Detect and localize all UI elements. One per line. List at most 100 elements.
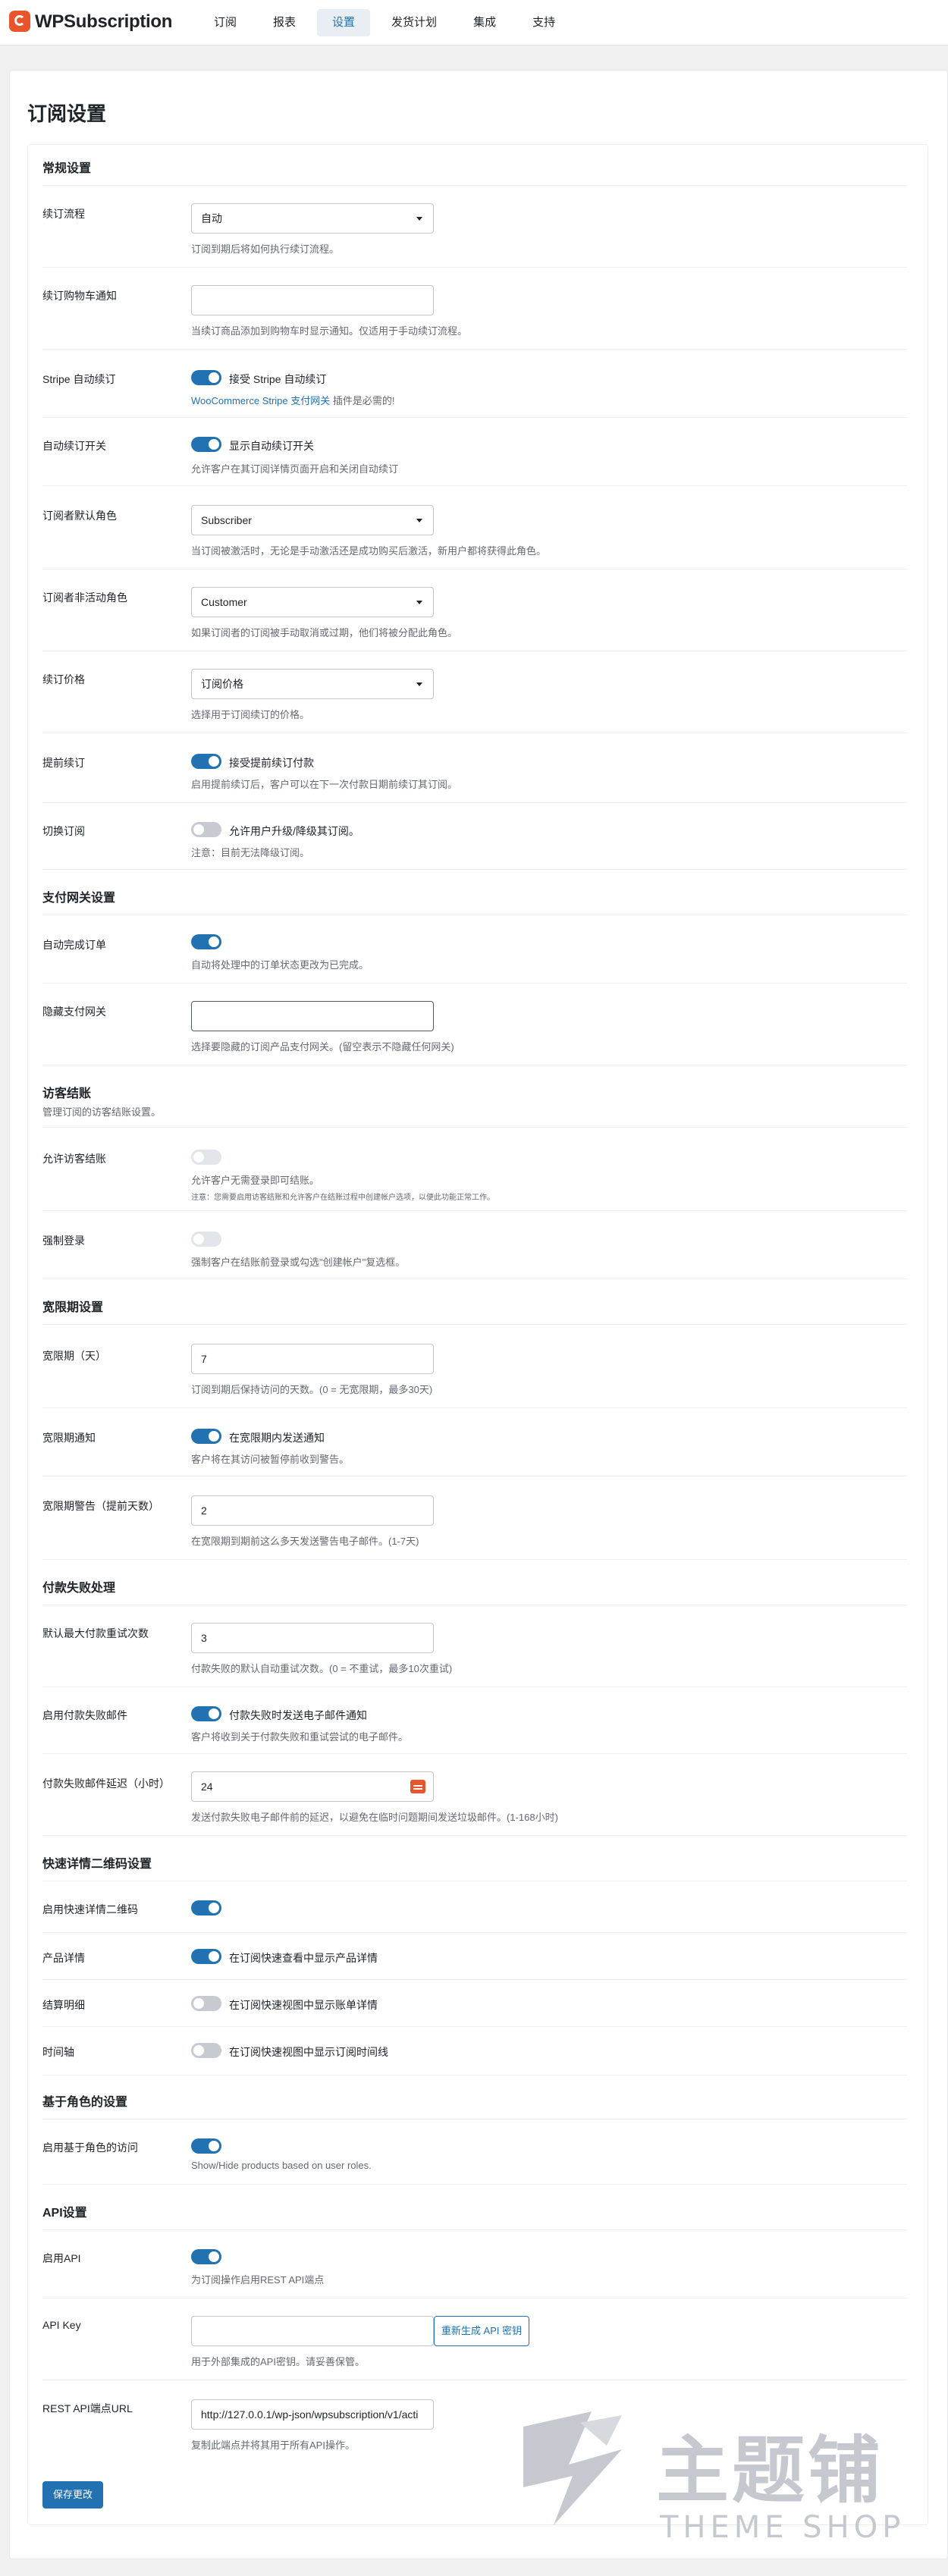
watermark-en-text: THEME SHOP xyxy=(660,2510,906,2545)
divider xyxy=(42,485,907,486)
grace-days-hint: 订阅到期后保持访问的天数。(0 = 无宽限期，最多30天) xyxy=(191,1384,433,1395)
failure-email-hint: 客户将收到关于付款失败和重试尝试的电子邮件。 xyxy=(191,1731,409,1743)
top-bar: WPSubscription 订阅 报表 设置 发货计划 集成 支持 xyxy=(0,0,948,45)
grace-warning-label: 宽限期警告（提前天数） xyxy=(42,1500,159,1512)
section-general-title: 常规设置 xyxy=(42,162,92,175)
api-key-input[interactable] xyxy=(191,2316,434,2346)
settings-panel xyxy=(27,144,928,2525)
tab-shipping-plan[interactable]: 发货计划 xyxy=(376,9,452,36)
main-nav: 订阅 报表 设置 发货计划 集成 支持 xyxy=(199,9,570,36)
grace-warning-input[interactable]: 2 xyxy=(191,1495,434,1526)
divider xyxy=(42,1835,907,1836)
early-renewal-toggle[interactable] xyxy=(191,754,221,769)
max-retries-hint: 付款失败的默认自动重试次数。(0 = 不重试，最多10次重试) xyxy=(191,1663,453,1674)
tab-reports[interactable]: 报表 xyxy=(258,9,311,36)
failure-email-toggle[interactable] xyxy=(191,1706,221,1721)
qr-enable-toggle[interactable] xyxy=(191,1900,221,1916)
stripe-auto-toggle[interactable] xyxy=(191,370,221,385)
section-failure-title: 付款失败处理 xyxy=(42,1582,116,1595)
divider xyxy=(42,2184,907,2185)
renewal-cart-notice-input[interactable] xyxy=(191,285,434,315)
auto-renew-toggle[interactable] xyxy=(191,437,221,452)
section-api-title: API设置 xyxy=(42,2207,87,2220)
save-button[interactable]: 保存更改 xyxy=(42,2481,103,2509)
divider xyxy=(42,869,907,870)
default-role-label: 订阅者默认角色 xyxy=(42,510,117,522)
allow-guest-hint: 允许客户无需登录即可结账。 xyxy=(191,1175,320,1186)
hide-gateways-input[interactable] xyxy=(191,1001,434,1031)
divider xyxy=(42,2026,907,2027)
failure-delay-input[interactable]: 24 xyxy=(191,1771,434,1802)
max-retries-input[interactable]: 3 xyxy=(191,1623,434,1653)
qr-product-label: 产品详情 xyxy=(42,1952,85,1964)
api-url-label: REST API端点URL xyxy=(42,2402,133,2414)
default-role-select[interactable]: Subscriber xyxy=(191,505,434,535)
switch-toggle[interactable] xyxy=(191,822,221,837)
api-key-label: API Key xyxy=(42,2319,81,2331)
grace-days-label: 宽限期（天） xyxy=(42,1350,106,1362)
chevron-down-icon xyxy=(416,682,422,686)
auto-complete-toggle[interactable] xyxy=(191,934,221,949)
section-guest-subtitle: 管理订阅的访客结账设置。 xyxy=(42,1106,162,1118)
qr-billing-label: 结算明细 xyxy=(42,1999,85,2011)
failure-delay-hint: 发送付款失败电子邮件前的延迟，以避免在临时问题期间发送垃圾邮件。(1-168小时… xyxy=(191,1812,558,1823)
regenerate-api-key-button[interactable]: 重新生成 API 密钥 xyxy=(434,2316,529,2346)
grace-notice-label: 宽限期通知 xyxy=(42,1432,96,1444)
max-retries-label: 默认最大付款重试次数 xyxy=(42,1627,149,1639)
inactive-role-select[interactable]: Customer xyxy=(191,587,434,617)
stripe-gateway-link[interactable]: WooCommerce Stripe 支付网关 xyxy=(191,395,330,406)
allow-guest-toggle[interactable] xyxy=(191,1150,221,1165)
switch-label: 切换订阅 xyxy=(42,825,85,837)
section-gateway-title: 支付网关设置 xyxy=(42,892,116,905)
watermark: 主题铺 THEME SHOP xyxy=(508,2396,933,2548)
allow-guest-label: 允许访客结账 xyxy=(42,1153,106,1165)
failure-delay-label: 付款失败邮件延迟（小时） xyxy=(42,1777,170,1790)
force-login-label: 强制登录 xyxy=(42,1235,85,1247)
grace-notice-toggle-label: 在宽限期内发送通知 xyxy=(229,1432,325,1444)
stepper-icon[interactable] xyxy=(410,1780,425,1793)
grace-days-input[interactable]: 7 xyxy=(191,1344,434,1374)
force-login-toggle[interactable] xyxy=(191,1232,221,1247)
tab-support[interactable]: 支持 xyxy=(517,9,570,36)
divider xyxy=(42,1559,907,1560)
qr-billing-toggle[interactable] xyxy=(191,1996,221,2011)
api-url-hint: 复制此端点并将其用于所有API操作。 xyxy=(191,2440,355,2451)
role-enable-label: 启用基于角色的访问 xyxy=(42,2141,138,2154)
chevron-down-icon xyxy=(416,601,422,604)
grace-notice-hint: 客户将在其访问被暂停前收到警告。 xyxy=(191,1454,350,1465)
tab-integrations[interactable]: 集成 xyxy=(458,9,511,36)
divider xyxy=(42,267,907,268)
qr-product-toggle[interactable] xyxy=(191,1949,221,1964)
auto-complete-label: 自动完成订单 xyxy=(42,939,106,951)
role-enable-hint: Show/Hide products based on user roles. xyxy=(191,2160,372,2171)
divider xyxy=(42,1210,907,1211)
divider xyxy=(42,2229,907,2230)
force-login-hint: 强制客户在结账前登录或勾选"创建帐户"复选框。 xyxy=(191,1257,406,1268)
api-enable-toggle[interactable] xyxy=(191,2249,221,2264)
section-guest-title: 访客结账 xyxy=(42,1087,92,1100)
qr-timeline-label: 时间轴 xyxy=(42,2046,74,2058)
divider xyxy=(42,1686,907,1687)
early-renewal-hint: 启用提前续订后，客户可以在下一次付款日期前续订其订阅。 xyxy=(191,779,458,790)
qr-timeline-toggle[interactable] xyxy=(191,2043,221,2058)
inactive-role-label: 订阅者非活动角色 xyxy=(42,591,127,604)
inactive-role-hint: 如果订阅者的订阅被手动取消或过期，他们将被分配此角色。 xyxy=(191,627,458,639)
renewal-cart-notice-label: 续订购物车通知 xyxy=(42,290,117,302)
tab-subscriptions[interactable]: 订阅 xyxy=(199,9,252,36)
divider xyxy=(42,1932,907,1933)
qr-billing-toggle-label: 在订阅快速视图中显示账单详情 xyxy=(229,1999,378,2011)
renewal-price-select[interactable]: 订阅价格 xyxy=(191,669,434,699)
renewal-price-label: 续订价格 xyxy=(42,673,85,686)
section-grace-title: 宽限期设置 xyxy=(42,1301,104,1314)
grace-notice-toggle[interactable] xyxy=(191,1429,221,1444)
api-url-input[interactable]: http://127.0.0.1/wp-json/wpsubscription/… xyxy=(191,2399,434,2430)
switch-toggle-label: 允许用户升级/降级其订阅。 xyxy=(229,825,359,837)
api-enable-hint: 为订阅操作启用REST API端点 xyxy=(191,2274,325,2286)
renewal-flow-select[interactable]: 自动 xyxy=(191,203,434,234)
tab-settings[interactable]: 设置 xyxy=(317,9,371,36)
role-enable-toggle[interactable] xyxy=(191,2138,221,2154)
chevron-down-icon xyxy=(416,217,422,221)
renewal-cart-notice-hint: 当续订商品添加到购物车时显示通知。仅适用于手动续订流程。 xyxy=(191,325,468,337)
hide-gateways-hint: 选择要隐藏的订阅产品支付网关。(留空表示不隐藏任何网关) xyxy=(191,1041,454,1053)
qr-enable-label: 启用快速详情二维码 xyxy=(42,1903,138,1916)
